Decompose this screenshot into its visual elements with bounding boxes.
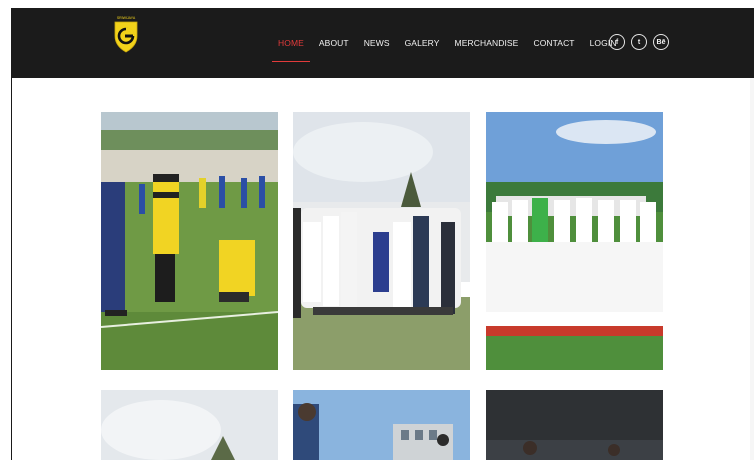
nav-merchandise[interactable]: MERCHANDISE bbox=[455, 8, 519, 78]
club-crest-icon[interactable]: SRIWIJAYA bbox=[112, 14, 140, 54]
nav-home[interactable]: HOME bbox=[272, 8, 310, 78]
nav-contact[interactable]: CONTACT bbox=[533, 8, 574, 78]
nav-galery[interactable]: GALERY bbox=[405, 8, 440, 78]
window-top-margin bbox=[0, 0, 754, 8]
site-header: SRIWIJAYA HOME ABOUT NEWS GALERY MERCHAN… bbox=[11, 8, 754, 78]
photo-sky-field[interactable] bbox=[101, 390, 278, 460]
nav-about[interactable]: ABOUT bbox=[319, 8, 349, 78]
twitter-icon[interactable]: t bbox=[631, 34, 647, 50]
photo-training-pitch[interactable] bbox=[101, 112, 278, 370]
nav-news[interactable]: NEWS bbox=[364, 8, 390, 78]
main-nav: HOME ABOUT NEWS GALERY MERCHANDISE CONTA… bbox=[272, 8, 632, 78]
window-right-edge bbox=[750, 78, 754, 460]
photo-team-lineup[interactable] bbox=[486, 112, 663, 370]
facebook-icon[interactable]: f bbox=[609, 34, 625, 50]
window-left-border bbox=[11, 8, 12, 460]
photo-player-stadium[interactable] bbox=[293, 390, 470, 460]
behance-icon[interactable]: Bē bbox=[653, 34, 669, 50]
social-links: f t Bē bbox=[609, 34, 675, 50]
photo-dark-stadium[interactable] bbox=[486, 390, 663, 460]
crest-text: SRIWIJAYA bbox=[117, 16, 136, 20]
photo-team-celebration[interactable] bbox=[293, 112, 470, 370]
